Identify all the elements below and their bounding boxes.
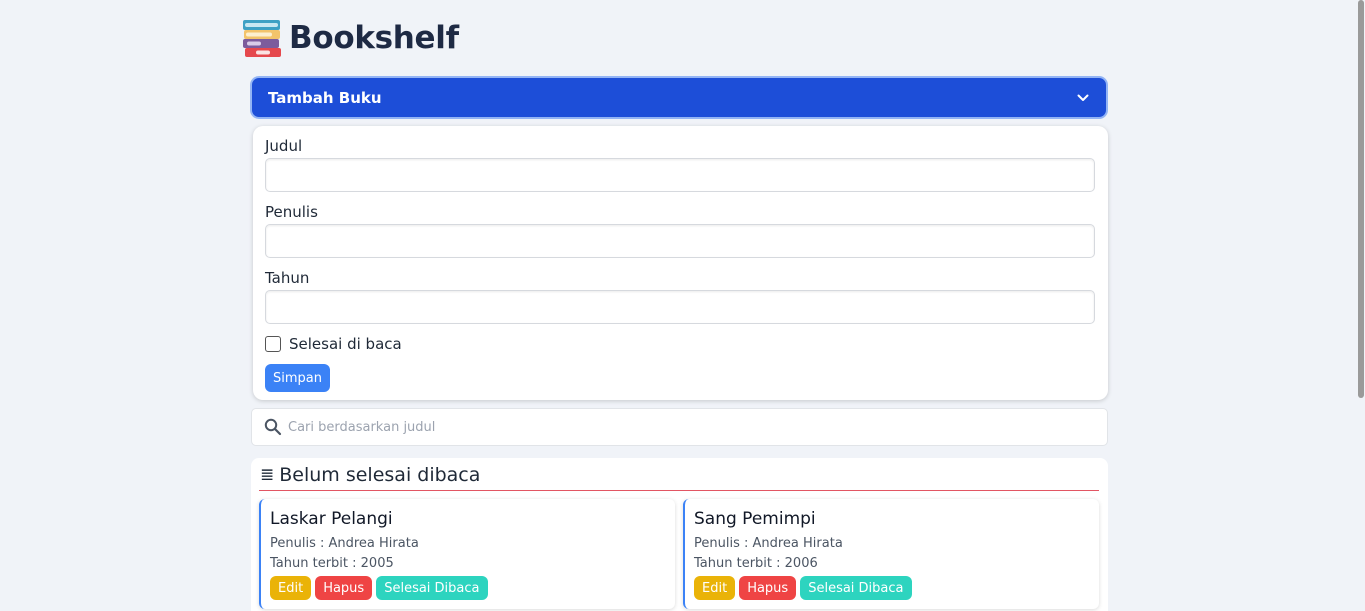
unread-shelf: ≣ Belum selesai dibaca Laskar Pelangi Pe… — [251, 458, 1108, 611]
book-actions: Edit Hapus Selesai Dibaca — [694, 576, 1090, 600]
book-year: Tahun terbit : 2006 — [694, 556, 818, 571]
book-title: Laskar Pelangi — [270, 509, 393, 529]
page-scrollbar[interactable] — [1357, 0, 1365, 611]
shelf-header: ≣ Belum selesai dibaca — [260, 464, 480, 486]
finished-row: Selesai di baca — [265, 335, 402, 353]
add-book-accordion[interactable]: Tambah Buku — [250, 76, 1108, 119]
book-title: Sang Pemimpi — [694, 509, 816, 529]
scrollbar-thumb[interactable] — [1358, 0, 1364, 398]
books-logo-icon — [243, 20, 281, 57]
search-icon — [264, 418, 282, 436]
app-title: Bookshelf — [289, 20, 459, 56]
title-label: Judul — [265, 137, 303, 155]
shelf-title: Belum selesai dibaca — [279, 464, 481, 486]
mark-finished-button[interactable]: Selesai Dibaca — [376, 576, 488, 600]
mark-finished-button[interactable]: Selesai Dibaca — [800, 576, 912, 600]
search-bar — [251, 408, 1108, 446]
author-input[interactable] — [265, 224, 1095, 258]
author-label: Penulis — [265, 203, 318, 221]
finished-label: Selesai di baca — [289, 335, 402, 353]
add-book-form: Judul Penulis Tahun Selesai di baca Simp… — [253, 126, 1108, 400]
delete-button[interactable]: Hapus — [315, 576, 373, 600]
year-label: Tahun — [265, 269, 310, 287]
book-card: Sang Pemimpi Penulis : Andrea Hirata Tah… — [683, 499, 1099, 609]
book-year: Tahun terbit : 2005 — [270, 556, 394, 571]
book-author: Penulis : Andrea Hirata — [694, 536, 843, 551]
chevron-down-icon — [1077, 94, 1089, 101]
year-input[interactable] — [265, 290, 1095, 324]
delete-button[interactable]: Hapus — [739, 576, 797, 600]
save-button[interactable]: Simpan — [265, 364, 330, 392]
search-input[interactable] — [288, 412, 1068, 442]
title-input[interactable] — [265, 158, 1095, 192]
edit-button[interactable]: Edit — [270, 576, 312, 600]
edit-button[interactable]: Edit — [694, 576, 736, 600]
shelf-divider — [259, 490, 1099, 491]
list-icon: ≣ — [260, 465, 275, 485]
book-card: Laskar Pelangi Penulis : Andrea Hirata T… — [259, 499, 675, 609]
book-author: Penulis : Andrea Hirata — [270, 536, 419, 551]
app-header: Bookshelf — [242, 17, 459, 59]
book-actions: Edit Hapus Selesai Dibaca — [270, 576, 666, 600]
accordion-label: Tambah Buku — [268, 88, 382, 107]
finished-checkbox[interactable] — [265, 336, 281, 352]
